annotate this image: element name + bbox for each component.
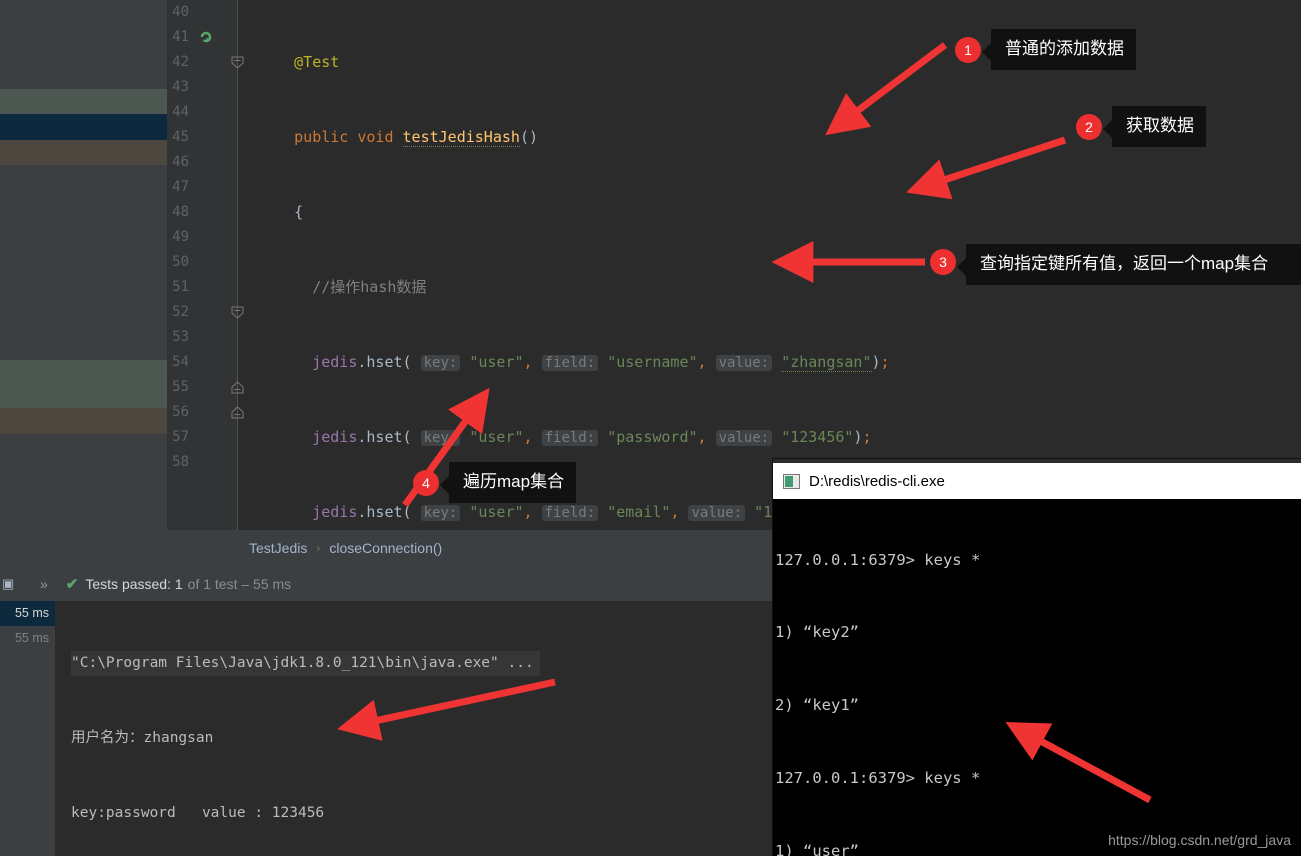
- cli-output[interactable]: 127.0.0.1:6379> keys * 1) “key2” 2) “key…: [773, 499, 1301, 856]
- annotation-badge-2: 2: [1076, 114, 1102, 140]
- line-number-gutter[interactable]: 40 41 42 43 44 45 46 47 48 49 50 51 52 5…: [167, 0, 237, 536]
- timing-gutter: 55 ms 55 ms: [0, 601, 55, 856]
- line-number: 53: [172, 329, 189, 345]
- console-command-line: "C:\Program Files\Java\jdk1.8.0_121\bin\…: [71, 651, 540, 676]
- timing-cell: 55 ms: [0, 601, 55, 626]
- line-number: 52: [172, 304, 189, 320]
- cli-line: 127.0.0.1:6379> keys *: [775, 550, 981, 569]
- line-number: 47: [172, 179, 189, 195]
- editor-minimap-strip[interactable]: [0, 0, 167, 536]
- annotation-badge-4: 4: [413, 470, 439, 496]
- run-test-icon[interactable]: [199, 30, 213, 44]
- line-number: 58: [172, 454, 189, 470]
- cli-title-bar[interactable]: D:\redis\redis-cli.exe: [773, 463, 1301, 499]
- line-number: 51: [172, 279, 189, 295]
- vcs-band-brown: [0, 140, 167, 165]
- annotation-callout-2: 获取数据: [1103, 106, 1206, 147]
- line-number: 57: [172, 429, 189, 445]
- vcs-band-brown-2: [0, 408, 167, 434]
- tests-passed-label: Tests passed: 1: [85, 575, 183, 592]
- line-number: 49: [172, 229, 189, 245]
- watermark-url: https://blog.csdn.net/grd_java: [1108, 832, 1291, 848]
- vcs-band-green: [0, 89, 167, 114]
- line-number: 41: [172, 29, 189, 45]
- line-number: 46: [172, 154, 189, 170]
- expand-chevrons-icon[interactable]: »: [40, 576, 48, 592]
- cli-line: 2) “key1”: [775, 696, 859, 715]
- timing-cell: 55 ms: [14, 631, 49, 645]
- tests-passed-check-icon: ✔: [65, 575, 79, 593]
- code-line-44: jedis.hset( key: "user", field: "usernam…: [312, 353, 890, 372]
- screenshot-root: 40 41 42 43 44 45 46 47 48 49 50 51 52 5…: [0, 0, 1301, 856]
- line-number: 40: [172, 4, 189, 20]
- line-number: 48: [172, 204, 189, 220]
- code-line-40: @Test: [294, 53, 340, 71]
- annotation-badge-3: 3: [930, 249, 956, 275]
- run-config-icon[interactable]: ▣: [2, 576, 20, 592]
- breadcrumb-separator-icon: ›: [316, 541, 321, 555]
- annotation-callout-3: 查询指定键所有值，返回一个map集合: [957, 244, 1301, 285]
- cli-line: 1) “key2”: [775, 623, 859, 642]
- line-number: 45: [172, 129, 189, 145]
- line-number: 55: [172, 379, 189, 395]
- annotation-callout-1: 普通的添加数据: [982, 29, 1136, 70]
- tests-summary-label: of 1 test – 55 ms: [187, 575, 292, 592]
- breadcrumb-method[interactable]: closeConnection(): [329, 540, 442, 556]
- line-number: 44: [172, 104, 189, 120]
- cli-line: 127.0.0.1:6379> keys *: [775, 769, 981, 788]
- annotation-badge-1: 1: [955, 37, 981, 63]
- line-number: 56: [172, 404, 189, 420]
- code-line-42: {: [249, 203, 304, 221]
- annotation-callout-4: 遍历map集合: [439, 462, 577, 503]
- breadcrumb-class[interactable]: TestJedis: [249, 540, 307, 556]
- code-line-45: jedis.hset( key: "user", field: "passwor…: [312, 428, 872, 446]
- cli-title-text: D:\redis\redis-cli.exe: [809, 472, 945, 490]
- redis-cli-window[interactable]: D:\redis\redis-cli.exe 127.0.0.1:6379> k…: [773, 459, 1301, 856]
- terminal-icon: [783, 473, 800, 489]
- line-number: 43: [172, 79, 189, 95]
- line-number: 42: [172, 54, 189, 70]
- vcs-band-green-2: [0, 360, 167, 408]
- vcs-band-selected: [0, 114, 167, 140]
- line-number: 54: [172, 354, 189, 370]
- line-number: 50: [172, 254, 189, 270]
